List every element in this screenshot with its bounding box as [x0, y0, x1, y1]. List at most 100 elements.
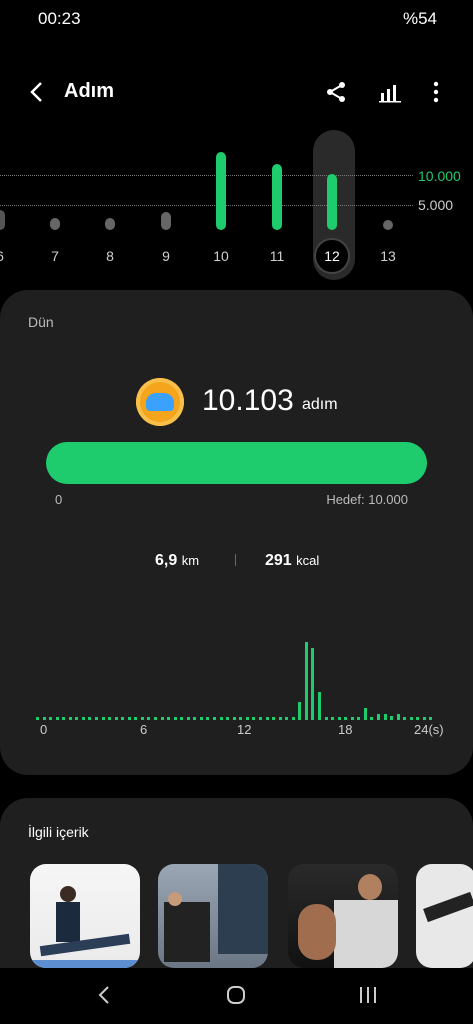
- hourly-bar: [311, 648, 315, 720]
- hourly-bar: [298, 702, 302, 720]
- hourly-bar: [317, 692, 321, 720]
- hour-tick: 6: [140, 722, 148, 737]
- hourly-bar: [114, 717, 118, 720]
- hourly-bar: [134, 717, 138, 720]
- app-bar: Adım: [0, 60, 473, 120]
- hour-tick: 24(s): [414, 722, 444, 737]
- day-label: 11: [269, 248, 285, 264]
- hourly-bar: [272, 717, 276, 720]
- daily-summary-card: Dün 10.103 adım 0 Hedef: 10.000 6,9 km 2…: [0, 290, 473, 775]
- hourly-bar: [429, 717, 433, 720]
- hourly-bar: [101, 717, 105, 720]
- hourly-bar: [390, 716, 394, 720]
- hourly-bar: [265, 717, 269, 720]
- progress-start-label: 0: [55, 492, 63, 507]
- hourly-bar: [68, 717, 72, 720]
- hourly-bar: [363, 708, 367, 720]
- hourly-bar: [403, 717, 407, 720]
- half-goal-label: 5.000: [418, 197, 454, 213]
- hourly-bar: [199, 717, 203, 720]
- calories-value: 291 kcal: [265, 552, 320, 569]
- status-time: 00:23: [38, 9, 81, 28]
- nav-back-icon[interactable]: [92, 982, 116, 1008]
- hourly-bar: [36, 717, 39, 720]
- hourly-bar: [108, 717, 112, 720]
- hourly-bar: [81, 717, 85, 720]
- nav-home-icon[interactable]: [224, 982, 248, 1008]
- day-label: 13: [380, 248, 396, 264]
- chart-icon[interactable]: [376, 78, 404, 106]
- hourly-bar: [127, 717, 131, 720]
- hourly-bar: [88, 717, 92, 720]
- hourly-bar: [193, 717, 197, 720]
- day-label-selected: 12: [324, 248, 340, 264]
- hourly-bar: [285, 717, 289, 720]
- hourly-bar: [252, 717, 256, 720]
- day-label: 7: [51, 248, 59, 264]
- hourly-bar: [422, 717, 426, 720]
- hourly-bar: [357, 717, 361, 720]
- hourly-bar: [173, 717, 177, 720]
- day-bar[interactable]: [272, 164, 282, 230]
- hour-tick: 12: [237, 722, 252, 737]
- hourly-bar: [337, 717, 341, 720]
- step-count: 10.103: [202, 384, 294, 417]
- hourly-bar: [75, 717, 79, 720]
- related-title: İlgili içerik: [28, 824, 89, 840]
- related-thumbnail[interactable]: [30, 864, 140, 968]
- hourly-bar: [370, 717, 374, 720]
- hourly-bar: [304, 642, 308, 720]
- day-bar[interactable]: [50, 218, 60, 230]
- day-bar[interactable]: [216, 152, 226, 230]
- day-bar[interactable]: [0, 210, 5, 230]
- day-label: 10: [213, 248, 229, 264]
- hourly-bar: [396, 714, 400, 720]
- hourly-bar: [278, 717, 282, 720]
- hourly-bar: [154, 717, 158, 720]
- hourly-bar: [258, 717, 262, 720]
- hourly-bar: [245, 717, 249, 720]
- back-icon[interactable]: [22, 78, 50, 106]
- related-thumbnail[interactable]: [416, 864, 473, 968]
- hourly-bar: [344, 717, 348, 720]
- day-bar[interactable]: [327, 174, 337, 230]
- hourly-bar: [55, 717, 59, 720]
- weekly-steps-chart[interactable]: 10.000 5.000 6 7 8 9 10 11 12 13: [0, 130, 473, 280]
- hourly-bar: [147, 717, 151, 720]
- hourly-bar: [62, 717, 66, 720]
- related-thumbnail[interactable]: [288, 864, 398, 968]
- hourly-bar: [213, 717, 217, 720]
- status-battery: %54: [402, 9, 437, 28]
- hourly-bar: [49, 717, 53, 720]
- hourly-steps-chart: [36, 630, 436, 720]
- goal-achieved-badge-icon: [136, 378, 184, 426]
- half-goal-line: [0, 205, 413, 206]
- day-label: 8: [106, 248, 114, 264]
- hourly-bar: [232, 717, 236, 720]
- hourly-bar: [409, 717, 413, 720]
- step-progress-bar: [46, 442, 427, 484]
- hourly-bar: [206, 717, 210, 720]
- hourly-bar: [291, 717, 295, 720]
- related-thumbnail[interactable]: [158, 864, 268, 968]
- hourly-bar: [226, 717, 230, 720]
- hourly-bar: [239, 717, 243, 720]
- hourly-bar: [140, 717, 144, 720]
- hourly-bar: [324, 717, 328, 720]
- day-bar[interactable]: [105, 218, 115, 230]
- day-label: 6: [0, 248, 15, 264]
- hour-tick: 18: [338, 722, 353, 737]
- hourly-bar: [331, 717, 335, 720]
- page-title: Adım: [64, 80, 114, 102]
- nav-recents-icon[interactable]: [356, 982, 380, 1008]
- stat-divider: [235, 554, 236, 566]
- hourly-bar: [219, 717, 223, 720]
- day-bar[interactable]: [161, 212, 171, 230]
- hourly-bar: [42, 717, 46, 720]
- more-options-icon[interactable]: [422, 78, 450, 106]
- hour-tick: 0: [40, 722, 48, 737]
- day-bar[interactable]: [383, 220, 393, 230]
- hourly-bar: [95, 717, 99, 720]
- hourly-bar: [167, 717, 171, 720]
- share-icon[interactable]: [322, 78, 350, 106]
